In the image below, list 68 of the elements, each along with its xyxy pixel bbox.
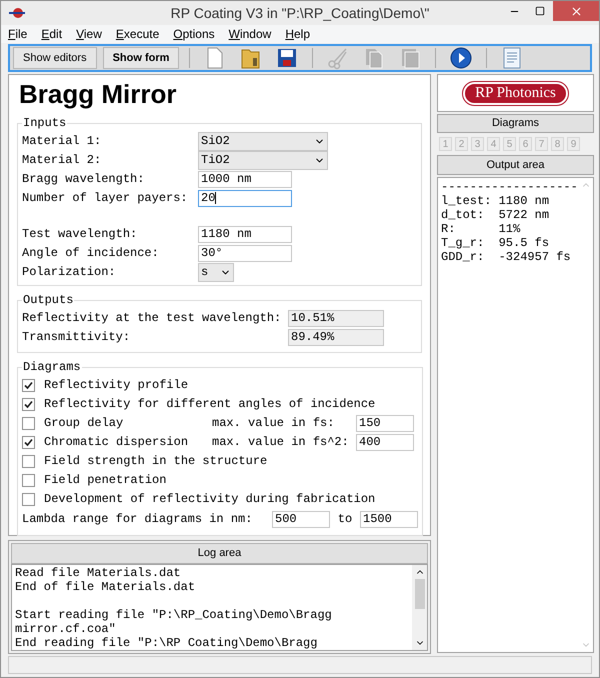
field-label: max. value in fs:	[212, 415, 336, 432]
maximize-icon	[535, 6, 545, 16]
field-label: to	[336, 511, 354, 528]
field-label: Angle of incidence:	[22, 245, 160, 262]
menu-item[interactable]: View	[74, 25, 104, 43]
checkbox-label: Group delay	[44, 415, 124, 432]
play-circle-icon[interactable]	[449, 46, 474, 70]
dropdown[interactable]: SiO2	[198, 132, 328, 150]
menu-item[interactable]: Options	[171, 25, 217, 43]
field-label: Test wavelength:	[22, 226, 138, 243]
input-field[interactable]: 400	[356, 434, 414, 450]
checkbox[interactable]	[22, 436, 35, 448]
field-label: Transmittivity:	[22, 329, 132, 346]
field-label: Lambda range for diagrams in nm:	[22, 511, 254, 528]
field-label: Reflectivity at the test wavelength:	[22, 310, 282, 327]
toolbar-button[interactable]: Show editors	[13, 47, 97, 69]
scrollbar[interactable]	[412, 565, 427, 650]
menu-item[interactable]: Edit	[39, 25, 64, 43]
app-icon	[9, 6, 25, 20]
log-area-header[interactable]: Log area	[11, 543, 428, 564]
checkbox-label: Chromatic dispersion	[44, 434, 190, 451]
field-label: max. value in fs^2:	[212, 434, 350, 451]
window-title: RP Coating V3 in "P:\RP_Coating\Demo\"	[170, 4, 430, 23]
logo: RP Photonics	[463, 82, 568, 104]
input-field[interactable]: 1500	[360, 510, 418, 528]
checkbox-label: Reflectivity for different angles of incidence	[44, 396, 376, 413]
field-label: Material 2:	[22, 152, 102, 169]
diagrams-button[interactable]: Diagrams	[437, 114, 594, 133]
input-field[interactable]: 30°	[198, 244, 292, 262]
scrollbar-thumb[interactable]	[414, 579, 424, 609]
menu-item[interactable]: Help	[283, 25, 312, 43]
checkbox-label: Reflectivity profile	[44, 377, 188, 394]
output-field: 89.49%	[288, 328, 384, 346]
input-field[interactable]: 500	[272, 510, 330, 528]
checkbox-label: Field penetration	[44, 472, 166, 489]
group-title: Outputs	[22, 292, 74, 309]
checkbox[interactable]	[22, 474, 35, 486]
checkbox[interactable]	[22, 398, 35, 410]
field-label: Number of layer payers:	[22, 190, 189, 207]
field-label: Bragg wavelength:	[22, 171, 146, 188]
dropdown[interactable]: s	[198, 262, 234, 282]
menu-item[interactable]: Execute	[114, 25, 162, 43]
checkbox-label: Development of reflectivity during fabrication	[44, 491, 376, 508]
group-title: Diagrams	[22, 359, 82, 376]
input-field[interactable]: 20	[198, 190, 292, 206]
group-title: Inputs	[22, 115, 68, 132]
menu-item[interactable]: Window	[226, 25, 274, 43]
menu-item[interactable]: File	[6, 25, 30, 43]
checkbox[interactable]	[22, 378, 35, 392]
checkbox[interactable]	[22, 454, 35, 468]
close-icon	[570, 4, 582, 18]
field-label: Polarization:	[22, 264, 117, 281]
log-text: Read file Materials.dat End of file Materials.dat	[15, 566, 196, 594]
output-area-header[interactable]: Output area	[437, 155, 594, 175]
toolbar-button[interactable]: Show form	[102, 47, 180, 69]
output-field: 10.51%	[288, 310, 384, 326]
input-field[interactable]: 1000 nm	[198, 170, 292, 188]
output-text: ------------------- l_test: 1180 nm d_tot: 5722 nm R: 11% T_g_r: 95.5 fs GDD_r: -324957 fs	[440, 179, 578, 266]
log-text: Start reading file "P:\RP_Coating\Demo\Bragg mirror.cf.coa" End reading file "P:\RP Coating\Demo\Bragg	[15, 608, 333, 650]
checkbox-label: Field strength in the structure	[44, 453, 268, 470]
checkbox[interactable]	[22, 492, 35, 506]
input-field[interactable]: 150	[356, 414, 414, 432]
checkbox[interactable]	[22, 416, 35, 430]
form-title: Bragg Mirror	[19, 79, 178, 109]
dropdown[interactable]: TiO2	[198, 150, 328, 170]
input-field[interactable]: 1180 nm	[198, 226, 292, 242]
close-button[interactable]	[553, 1, 599, 21]
field-label: Material 1:	[22, 133, 102, 150]
